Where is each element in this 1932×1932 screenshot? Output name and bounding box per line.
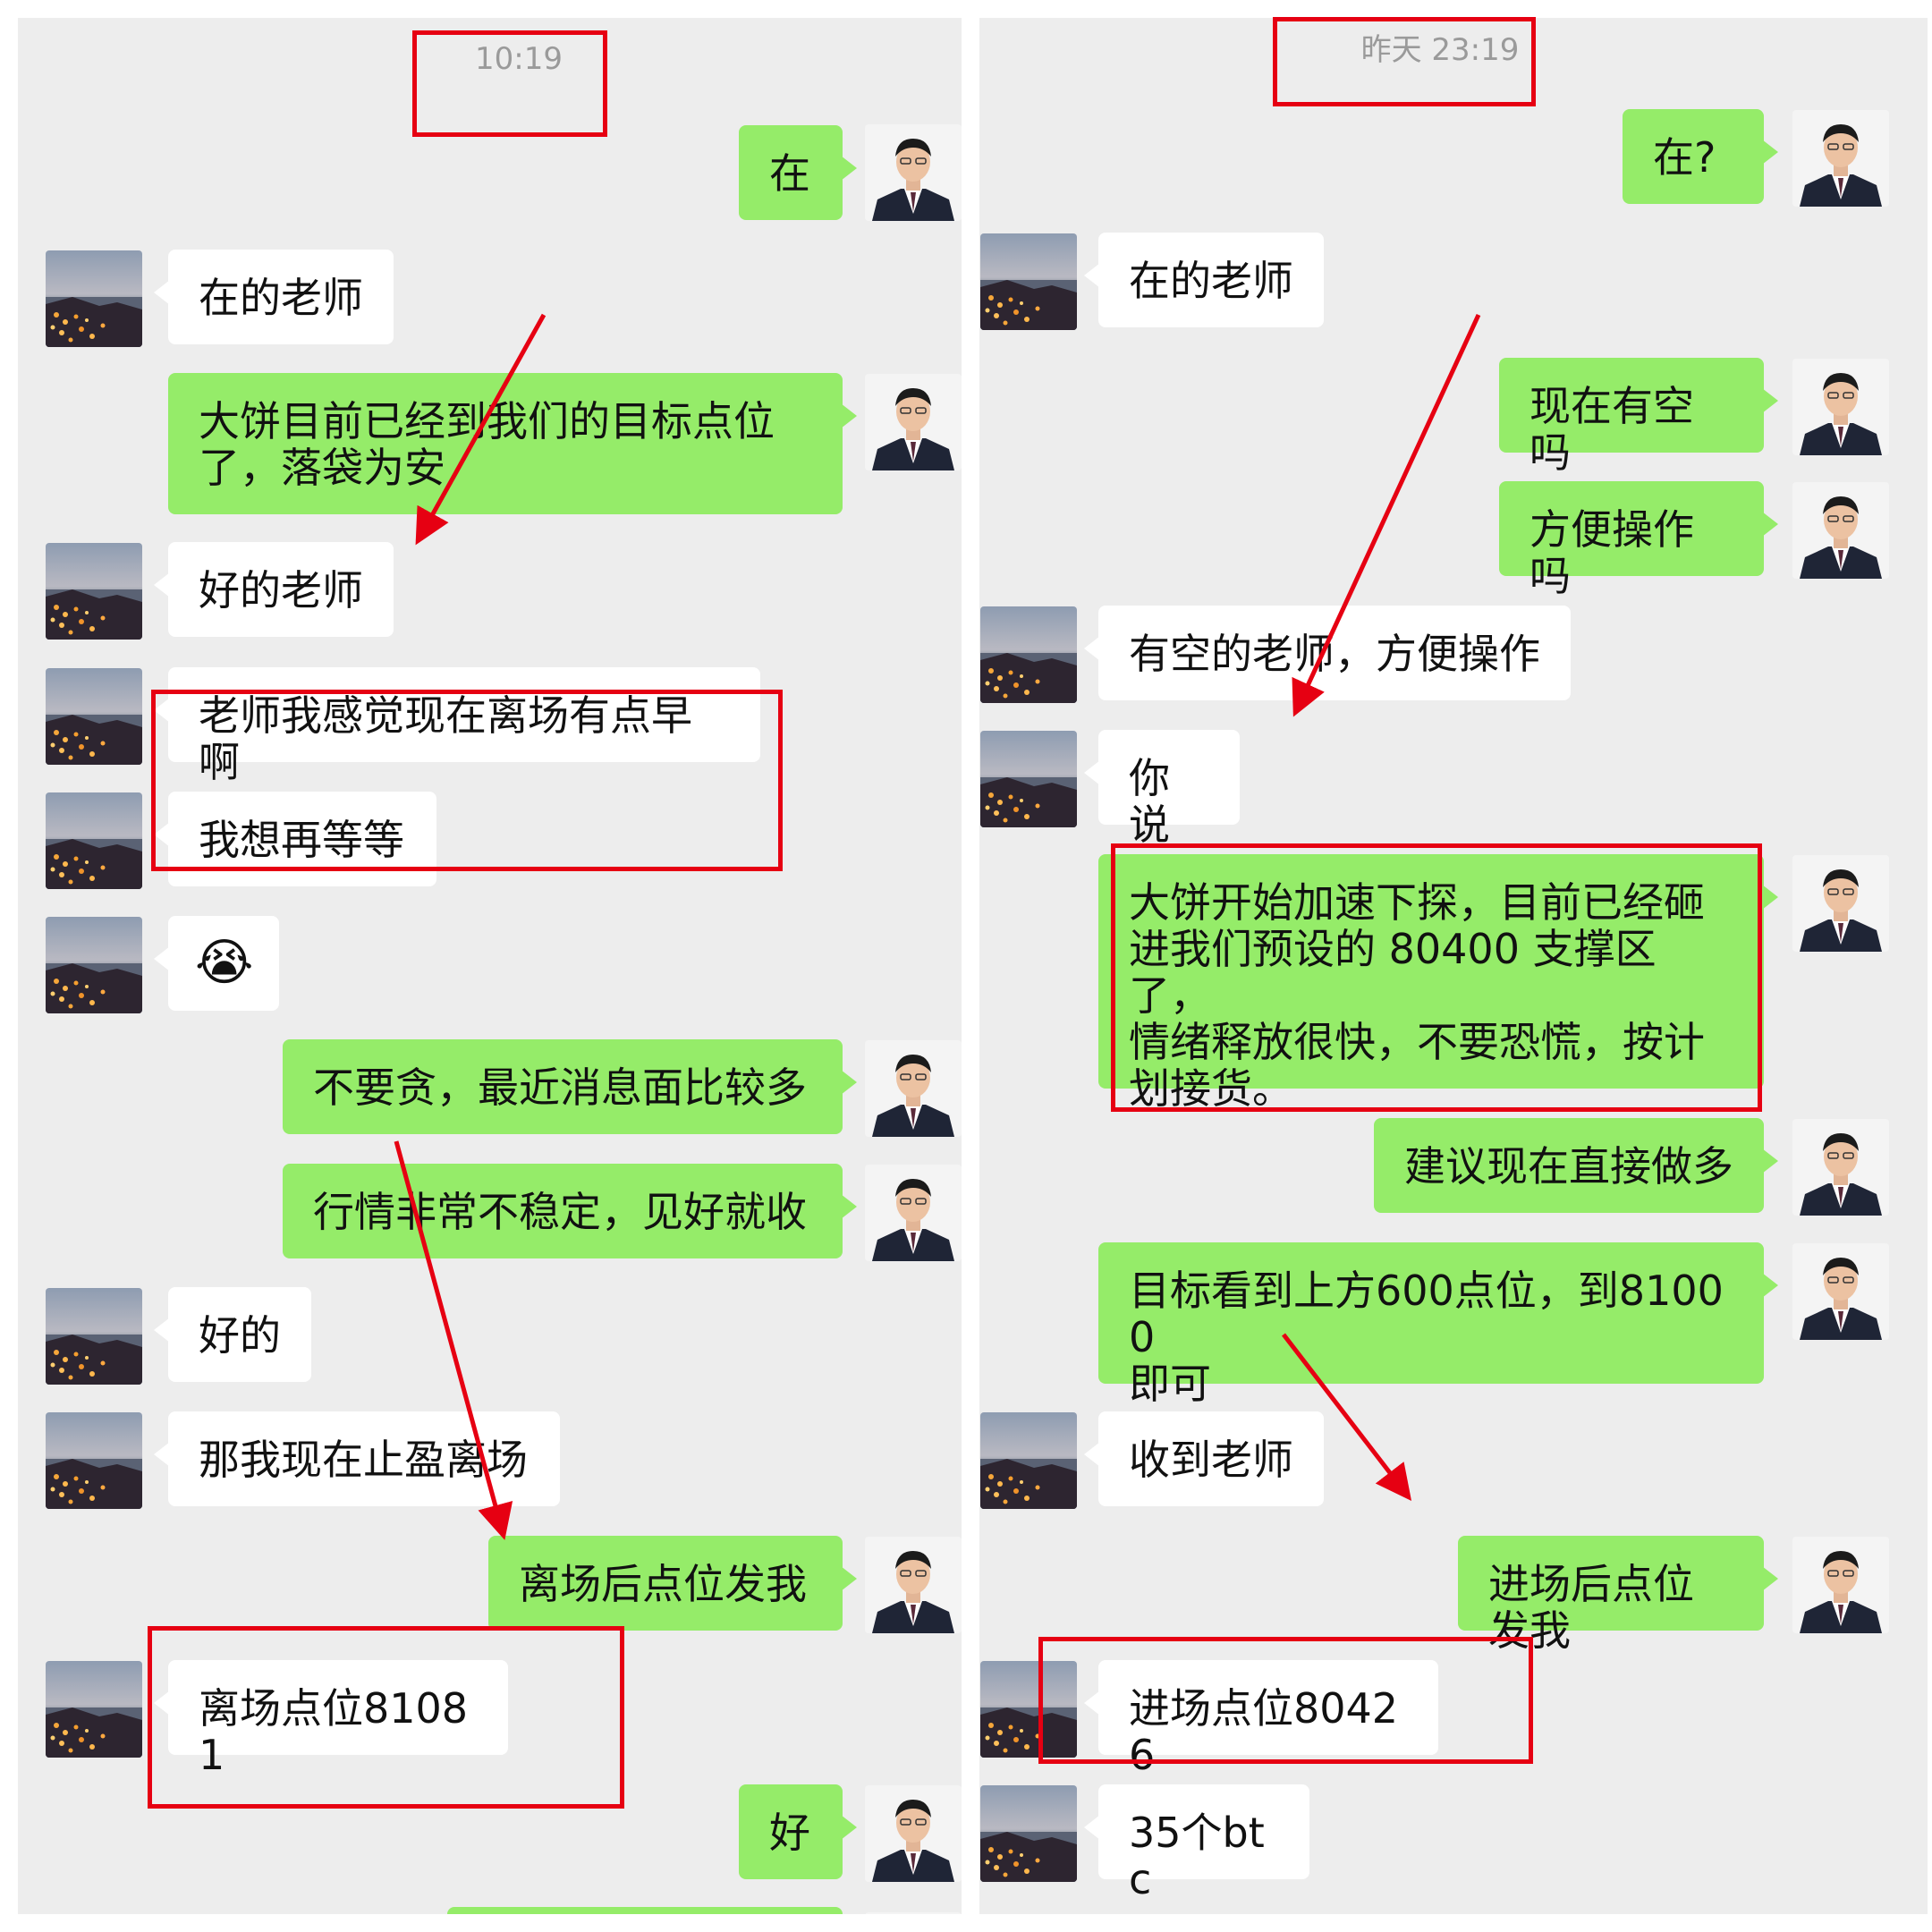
man-in-suit-avatar-icon [1792,482,1889,579]
message-bubble[interactable]: 大饼开始加速下探，目前已经砸 进我们预设的 80400 支撑区了， 情绪释放很快… [1098,854,1778,1112]
message-bubble[interactable]: 行情非常不稳定，见好就收 [283,1164,857,1258]
avatar[interactable] [46,1412,142,1509]
message-bubble[interactable]: 好的 [154,1287,311,1382]
message-bubble[interactable]: 进场点位80426 [1084,1660,1438,1778]
message-bubble[interactable]: 在? [1623,109,1778,204]
night-city-coast-avatar-icon [46,792,142,889]
avatar[interactable] [865,1165,962,1261]
right-chat-panel: 昨天 23:19 在? 在的老师 现在有空吗 方便操作吗 有空的老师，方便操作 … [979,18,1928,1914]
avatar[interactable] [46,792,142,889]
message-bubble[interactable]: 收到老师 [1084,1411,1324,1506]
night-city-coast-avatar-icon [46,543,142,640]
message-bubble[interactable]: 在的老师 [1084,233,1324,327]
man-in-suit-avatar-icon [1792,1119,1889,1216]
message-bubble[interactable]: 好 [739,1784,857,1879]
night-city-coast-avatar-icon [46,1661,142,1758]
partial-message-bubble[interactable] [447,1907,843,1914]
avatar[interactable] [46,917,142,1013]
man-in-suit-avatar-icon [865,124,962,221]
night-city-coast-avatar-icon [980,731,1077,827]
avatar[interactable] [1792,1119,1889,1216]
avatar[interactable] [1792,855,1889,952]
message-bubble[interactable]: 好的老师 [154,542,394,637]
man-in-suit-avatar-icon [865,1785,962,1882]
avatar[interactable] [865,1040,962,1137]
man-in-suit-avatar-icon [865,1912,962,1914]
avatar[interactable] [980,1661,1077,1758]
message-bubble[interactable]: 大饼目前已经到我们的目标点位 了，落袋为安 [168,373,857,514]
avatar[interactable] [1792,1537,1889,1633]
avatar[interactable] [865,1785,962,1882]
message-bubble[interactable]: 😭 [154,916,279,1011]
chat-timestamp: 昨天 23:19 [1360,32,1520,68]
man-in-suit-avatar-icon [865,1537,962,1633]
night-city-coast-avatar-icon [46,1288,142,1385]
message-bubble[interactable]: 现在有空吗 [1499,358,1778,476]
night-city-coast-avatar-icon [46,917,142,1013]
message-bubble[interactable]: 老师我感觉现在离场有点早啊 [154,667,760,785]
message-bubble[interactable]: 有空的老师，方便操作 [1084,606,1571,700]
avatar[interactable] [980,1412,1077,1509]
night-city-coast-avatar-icon [980,1785,1077,1882]
avatar[interactable] [865,124,962,221]
message-bubble[interactable]: 那我现在止盈离场 [154,1411,560,1506]
night-city-coast-avatar-icon [46,250,142,347]
message-bubble[interactable]: 离场点位81081 [154,1660,508,1778]
night-city-coast-avatar-icon [980,1412,1077,1509]
message-bubble[interactable]: 建议现在直接做多 [1374,1118,1778,1213]
avatar[interactable] [980,606,1077,703]
avatar[interactable] [980,731,1077,827]
night-city-coast-avatar-icon [46,668,142,765]
avatar[interactable] [980,233,1077,330]
man-in-suit-avatar-icon [1792,855,1889,952]
chat-timestamp: 10:19 [475,41,563,77]
man-in-suit-avatar-icon [865,1040,962,1137]
man-in-suit-avatar-icon [1792,1537,1889,1633]
night-city-coast-avatar-icon [980,1661,1077,1758]
man-in-suit-avatar-icon [865,1165,962,1261]
left-chat-panel: 10:19 在 在的老师 大饼目前已经到我们的目标点位 了，落袋为安 好的老师 … [18,18,962,1914]
night-city-coast-avatar-icon [980,233,1077,330]
avatar[interactable] [1792,482,1889,579]
avatar[interactable] [1792,359,1889,455]
message-bubble[interactable]: 在的老师 [154,250,394,344]
message-bubble[interactable]: 在 [739,125,857,220]
avatar[interactable] [865,374,962,470]
man-in-suit-avatar-icon [865,374,962,470]
night-city-coast-avatar-icon [980,606,1077,703]
avatar[interactable] [46,1661,142,1758]
message-bubble[interactable]: 你说 [1084,730,1240,848]
avatar[interactable] [980,1785,1077,1882]
message-bubble[interactable]: 进场后点位发我 [1458,1536,1778,1654]
message-bubble[interactable]: 35个btc [1084,1784,1309,1902]
message-bubble[interactable]: 离场后点位发我 [488,1536,857,1631]
night-city-coast-avatar-icon [46,1412,142,1509]
man-in-suit-avatar-icon [1792,110,1889,207]
avatar[interactable] [865,1912,962,1914]
message-bubble[interactable]: 我想再等等 [154,792,436,886]
avatar[interactable] [46,1288,142,1385]
avatar[interactable] [46,668,142,765]
avatar[interactable] [1792,110,1889,207]
message-bubble[interactable]: 不要贪，最近消息面比较多 [283,1039,857,1134]
avatar[interactable] [46,250,142,347]
man-in-suit-avatar-icon [1792,1243,1889,1340]
message-bubble[interactable]: 目标看到上方600点位，到81000 即可 [1098,1242,1778,1407]
man-in-suit-avatar-icon [1792,359,1889,455]
avatar[interactable] [865,1537,962,1633]
avatar[interactable] [1792,1243,1889,1340]
avatar[interactable] [46,543,142,640]
message-bubble[interactable]: 方便操作吗 [1499,481,1778,599]
